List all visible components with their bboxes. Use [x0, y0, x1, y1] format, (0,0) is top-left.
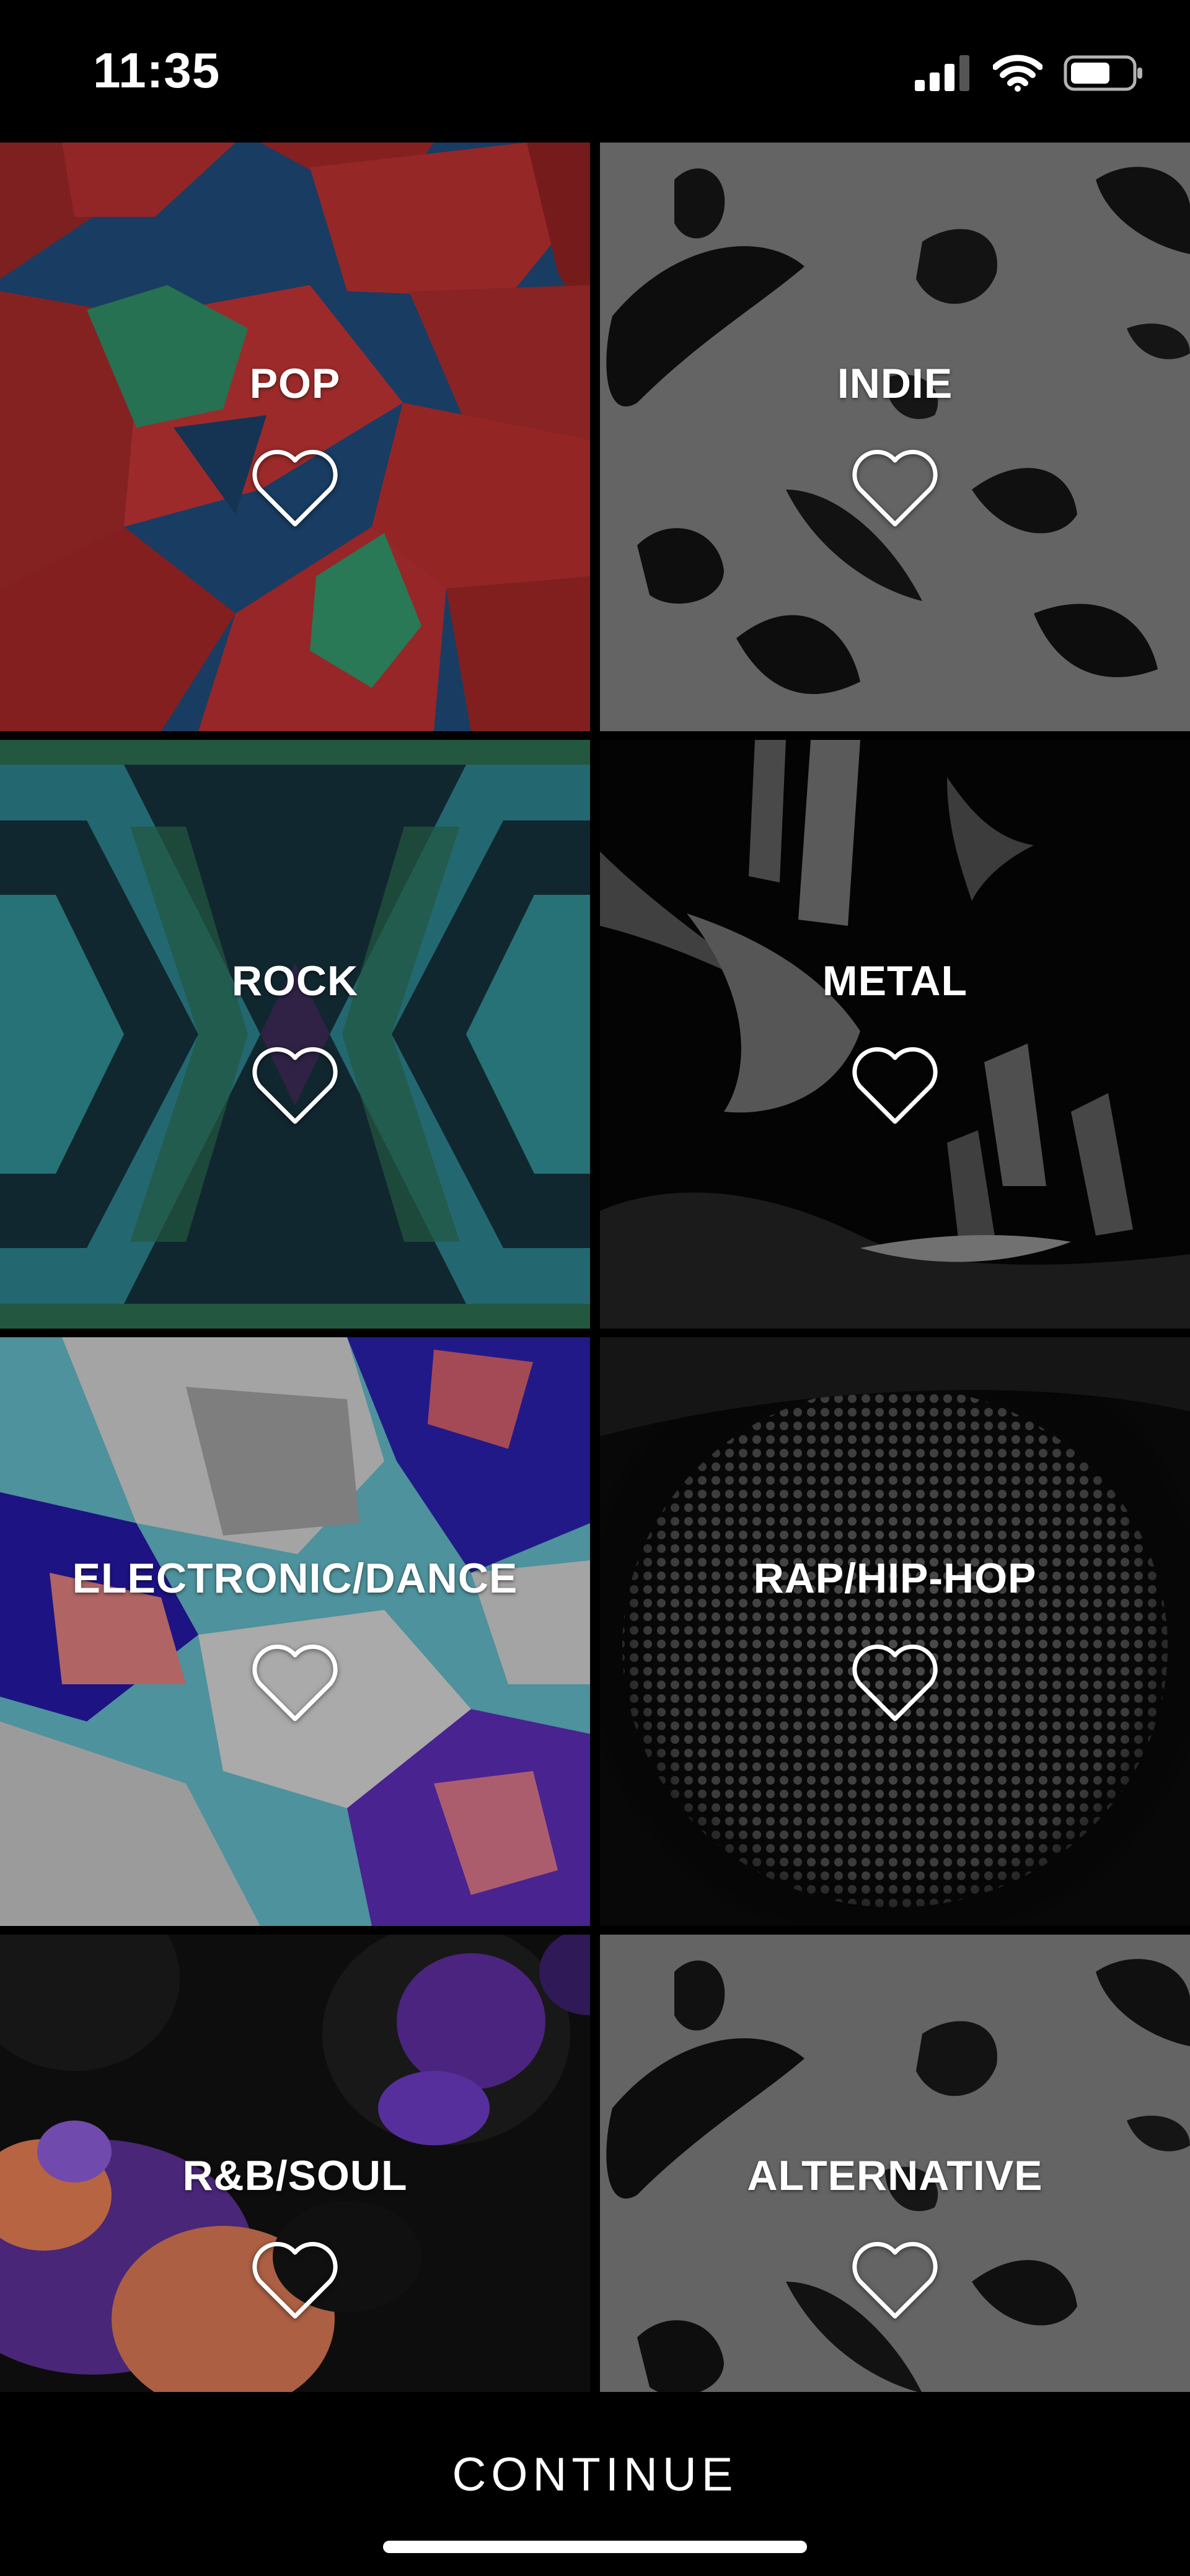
genre-label: RAP/HIP-HOP [753, 1555, 1037, 1602]
favorite-heart-button[interactable] [845, 1640, 945, 1726]
home-indicator[interactable] [383, 2541, 807, 2553]
heart-icon [852, 1644, 938, 1721]
wifi-icon [992, 55, 1043, 95]
favorite-heart-button[interactable] [845, 1042, 945, 1129]
bottom-bar: CONTINUE [0, 2392, 1190, 2576]
genre-grid: POP INDIE ROCK METAL ELECTRONIC/DANCE RA… [0, 143, 1190, 2392]
status-icons [915, 55, 1144, 95]
continue-button[interactable]: CONTINUE [0, 2448, 1190, 2502]
genre-tile-rock[interactable]: ROCK [0, 740, 590, 1329]
genre-label: R&B/SOUL [182, 2152, 408, 2199]
favorite-heart-button[interactable] [245, 1042, 345, 1129]
favorite-heart-button[interactable] [845, 2237, 945, 2324]
genre-tile-metal[interactable]: METAL [600, 740, 1190, 1329]
favorite-heart-button[interactable] [845, 445, 945, 532]
genre-tile-alternative[interactable]: ALTERNATIVE [600, 1935, 1190, 2392]
genre-label: ELECTRONIC/DANCE [72, 1555, 518, 1602]
favorite-heart-button[interactable] [245, 445, 345, 532]
genre-label: POP [249, 360, 341, 407]
favorite-heart-button[interactable] [245, 2237, 345, 2324]
heart-icon [252, 449, 338, 526]
heart-icon [852, 1047, 938, 1123]
heart-icon [852, 449, 938, 526]
heart-icon [252, 1644, 338, 1721]
status-bar: 11:35 [0, 0, 1190, 143]
genre-label: METAL [822, 957, 968, 1004]
heart-icon [852, 2241, 938, 2318]
genre-tile-rnb-soul[interactable]: R&B/SOUL [0, 1935, 590, 2392]
genre-tile-electronic-dance[interactable]: ELECTRONIC/DANCE [0, 1337, 590, 1926]
genre-tile-rap-hip-hop[interactable]: RAP/HIP-HOP [600, 1337, 1190, 1926]
genre-tile-pop[interactable]: POP [0, 143, 590, 731]
battery-icon [1064, 55, 1144, 94]
favorite-heart-button[interactable] [245, 1640, 345, 1726]
genre-tile-indie[interactable]: INDIE [600, 143, 1190, 731]
heart-icon [252, 2241, 338, 2318]
status-time: 11:35 [93, 43, 221, 98]
heart-icon [252, 1047, 338, 1123]
genre-label: ALTERNATIVE [747, 2152, 1043, 2199]
cellular-signal-icon [915, 55, 972, 94]
genre-label: ROCK [231, 957, 359, 1004]
genre-label: INDIE [837, 360, 953, 407]
